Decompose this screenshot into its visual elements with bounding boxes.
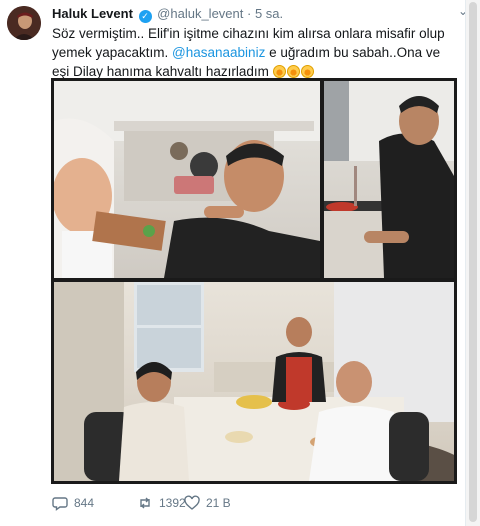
reply-count: 844 bbox=[74, 496, 95, 510]
tweet-text: Söz vermiştim.. Elif'in işitme cihazını … bbox=[52, 24, 457, 81]
separator: · bbox=[247, 6, 252, 21]
retweet-action[interactable]: 1392 bbox=[137, 495, 186, 511]
like-count: 21 B bbox=[206, 496, 231, 510]
verified-badge-icon: ✓ bbox=[138, 10, 152, 23]
timestamp[interactable]: 5 sa. bbox=[255, 6, 283, 21]
photo-kitchen-selfie[interactable] bbox=[54, 81, 320, 278]
like-action[interactable]: 21 B bbox=[184, 495, 231, 511]
photo-grid bbox=[51, 78, 457, 484]
smiling-face-emoji-icon bbox=[300, 65, 314, 78]
author-name[interactable]: Haluk Levent bbox=[52, 6, 133, 21]
retweet-count: 1392 bbox=[159, 496, 186, 510]
smiling-face-emoji-icon bbox=[272, 65, 286, 78]
scrollbar-thumb[interactable] bbox=[469, 2, 477, 522]
mention-link[interactable]: @hasanaabiniz bbox=[172, 45, 265, 60]
reply-icon[interactable] bbox=[52, 495, 68, 511]
retweet-icon[interactable] bbox=[137, 495, 153, 511]
photo-cooking-stove[interactable] bbox=[324, 81, 454, 278]
like-icon[interactable] bbox=[184, 495, 200, 511]
scrollbar[interactable] bbox=[465, 0, 480, 526]
author-handle[interactable]: @haluk_levent bbox=[157, 6, 243, 21]
smiling-face-emoji-icon bbox=[286, 65, 300, 78]
avatar[interactable] bbox=[7, 6, 41, 40]
reply-action[interactable]: 844 bbox=[52, 495, 94, 511]
tweet-header: Haluk Levent ✓ @haluk_levent · 5 sa. bbox=[52, 6, 283, 23]
photo-breakfast-table[interactable] bbox=[54, 282, 454, 481]
